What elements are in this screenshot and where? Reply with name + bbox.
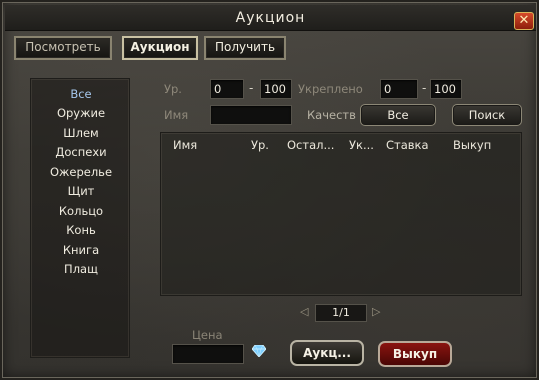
level-max-input[interactable]: 100 [260, 79, 292, 99]
category-list: Все Оружие Шлем Доспехи Ожерелье Щит Кол… [30, 78, 130, 358]
name-label: Имя [164, 108, 189, 122]
enhance-min-input[interactable]: 0 [380, 79, 418, 99]
prev-page-button[interactable]: ◁ [300, 305, 308, 318]
category-item-cloak[interactable]: Плащ [31, 260, 131, 279]
price-label: Цена [192, 328, 223, 342]
quality-label: Качеств [307, 108, 356, 122]
tab-receive[interactable]: Получить [204, 36, 286, 60]
category-item-shield[interactable]: Щит [31, 182, 131, 201]
category-item-weapon[interactable]: Оружие [31, 104, 131, 123]
close-button[interactable]: ✕ [514, 12, 534, 30]
column-header-enhance: Ук... [349, 138, 374, 152]
category-item-armor[interactable]: Доспехи [31, 143, 131, 162]
auction-button[interactable]: Аукц... [290, 340, 364, 366]
price-input[interactable] [172, 344, 244, 364]
tab-auction[interactable]: Аукцион [122, 36, 198, 60]
diamond-icon [252, 345, 266, 357]
level-label: Ур. [164, 82, 182, 96]
column-header-name: Имя [173, 138, 198, 152]
category-item-all[interactable]: Все [31, 85, 131, 104]
next-page-button[interactable]: ▷ [372, 305, 380, 318]
results-table: Имя Ур. Остал... Ук... Ставка Выкуп [160, 132, 522, 296]
tab-view[interactable]: Посмотреть [14, 36, 112, 60]
window-title: Аукцион [235, 10, 306, 26]
level-range-dash: - [249, 81, 254, 95]
auction-window: Аукцион ✕ Посмотреть Аукцион Получить Вс… [0, 0, 539, 380]
enhance-label: Укреплено [298, 82, 363, 96]
level-min-input[interactable]: 0 [210, 79, 244, 99]
buyout-button[interactable]: Выкуп [378, 341, 452, 367]
category-item-necklace[interactable]: Ожерелье [31, 163, 131, 182]
enhance-range-dash: - [422, 81, 427, 95]
category-item-book[interactable]: Книга [31, 241, 131, 260]
column-header-bid: Ставка [386, 138, 429, 152]
name-input[interactable] [210, 105, 292, 125]
quality-select[interactable]: Все [360, 104, 436, 126]
column-header-level: Ур. [251, 138, 269, 152]
category-item-horse[interactable]: Конь [31, 221, 131, 240]
category-item-ring[interactable]: Кольцо [31, 202, 131, 221]
column-header-remaining: Остал... [287, 138, 335, 152]
enhance-max-input[interactable]: 100 [430, 79, 462, 99]
column-header-buyout: Выкуп [453, 138, 492, 152]
title-bar[interactable]: Аукцион ✕ [5, 5, 536, 31]
category-item-helmet[interactable]: Шлем [31, 124, 131, 143]
page-indicator: 1/1 [315, 304, 367, 322]
search-button[interactable]: Поиск [452, 104, 522, 126]
